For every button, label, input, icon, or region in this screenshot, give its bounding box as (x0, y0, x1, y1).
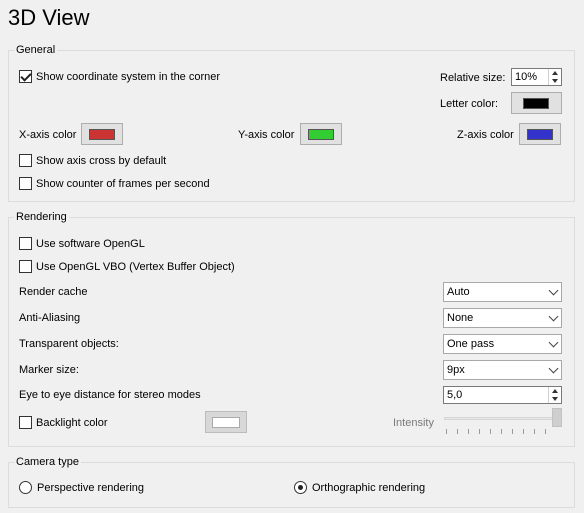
marker-size-dropdown[interactable]: 9px (443, 360, 562, 380)
z-axis-color-swatch (527, 129, 553, 140)
marker-size-value: 9px (447, 364, 465, 376)
intensity-slider-ticks (446, 429, 556, 434)
rendering-legend: Rendering (14, 211, 69, 224)
spin-down-icon[interactable] (552, 397, 558, 401)
anti-aliasing-value: None (447, 312, 474, 324)
transparent-objects-dropdown[interactable]: One pass (443, 334, 562, 354)
spin-up-icon[interactable] (552, 71, 558, 75)
eye-distance-spin-buttons[interactable] (548, 387, 561, 403)
intensity-slider-track[interactable] (444, 417, 557, 420)
perspective-radio[interactable] (19, 481, 32, 494)
orthographic-label: Orthographic rendering (312, 482, 426, 494)
show-axis-cross-label: Show axis cross by default (36, 155, 167, 167)
software-opengl-checkbox[interactable] (19, 237, 32, 250)
spin-down-icon[interactable] (552, 79, 558, 83)
transparent-objects-label: Transparent objects: (19, 338, 119, 350)
opengl-vbo-checkbox[interactable] (19, 260, 32, 273)
show-coordinate-system-checkbox[interactable] (19, 70, 32, 83)
render-cache-value: Auto (447, 286, 470, 298)
relative-size-value: 10% (515, 71, 538, 83)
anti-aliasing-label: Anti-Aliasing (19, 312, 81, 324)
page-title: 3D View (8, 5, 90, 30)
backlight-checkbox[interactable] (19, 416, 32, 429)
show-coordinate-system-label: Show coordinate system in the corner (36, 71, 221, 83)
chevron-down-icon (548, 311, 559, 322)
opengl-vbo-label: Use OpenGL VBO (Vertex Buffer Object) (36, 261, 235, 273)
camera-legend: Camera type (14, 456, 81, 469)
general-legend: General (14, 44, 58, 57)
chevron-down-icon (548, 363, 559, 374)
eye-distance-value: 5,0 (447, 389, 463, 401)
y-axis-color-label: Y-axis color (238, 129, 295, 141)
show-axis-cross-checkbox[interactable] (19, 154, 32, 167)
backlight-color-button[interactable] (205, 411, 247, 433)
x-axis-color-button[interactable] (81, 123, 123, 145)
letter-color-label: Letter color: (440, 98, 499, 110)
show-fps-label: Show counter of frames per second (36, 178, 210, 190)
show-fps-checkbox[interactable] (19, 177, 32, 190)
relative-size-spin-buttons[interactable] (548, 69, 561, 85)
relative-size-label: Relative size: (440, 72, 506, 84)
letter-color-button[interactable] (511, 92, 562, 114)
rendering-group: Rendering (8, 211, 575, 447)
x-axis-color-swatch (89, 129, 115, 140)
x-axis-color-label: X-axis color (19, 129, 77, 141)
eye-distance-label: Eye to eye distance for stereo modes (19, 389, 201, 401)
eye-distance-spinbox[interactable]: 5,0 (443, 386, 562, 404)
z-axis-color-label: Z-axis color (457, 129, 514, 141)
intensity-label: Intensity (393, 417, 434, 429)
software-opengl-label: Use software OpenGL (36, 238, 145, 250)
z-axis-color-button[interactable] (519, 123, 561, 145)
anti-aliasing-dropdown[interactable]: None (443, 308, 562, 328)
perspective-label: Perspective rendering (37, 482, 145, 494)
chevron-down-icon (548, 285, 559, 296)
intensity-slider-thumb[interactable] (552, 408, 562, 427)
backlight-color-swatch (212, 417, 240, 428)
relative-size-spinbox[interactable]: 10% (511, 68, 562, 86)
orthographic-radio[interactable] (294, 481, 307, 494)
transparent-objects-value: One pass (447, 338, 495, 350)
render-cache-label: Render cache (19, 286, 88, 298)
y-axis-color-swatch (308, 129, 334, 140)
chevron-down-icon (548, 337, 559, 348)
y-axis-color-button[interactable] (300, 123, 342, 145)
letter-color-swatch (523, 98, 549, 109)
backlight-label: Backlight color (36, 417, 108, 429)
marker-size-label: Marker size: (19, 364, 79, 376)
render-cache-dropdown[interactable]: Auto (443, 282, 562, 302)
spin-up-icon[interactable] (552, 389, 558, 393)
